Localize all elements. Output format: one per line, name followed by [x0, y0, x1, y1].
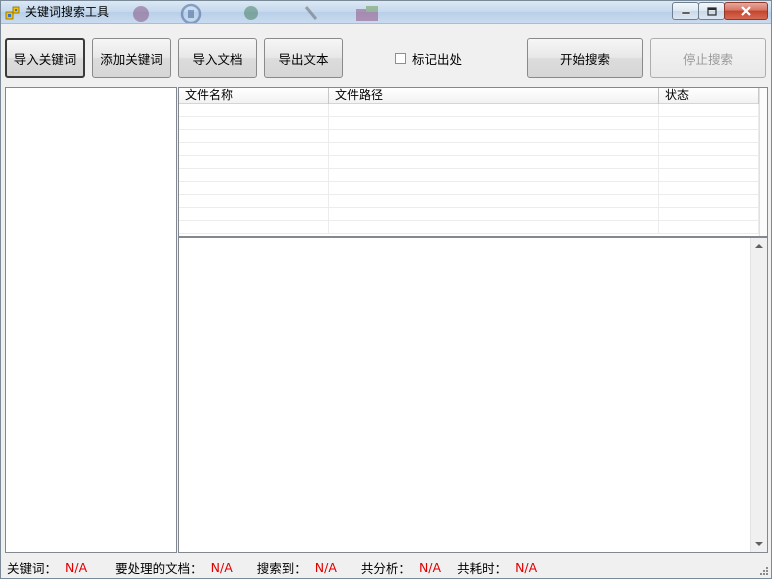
import-documents-button[interactable]: 导入文档	[178, 38, 257, 78]
table-row	[179, 169, 759, 182]
close-icon	[741, 6, 751, 16]
mark-location-checkbox[interactable]: 标记出处	[395, 50, 463, 67]
column-header-file-path[interactable]: 文件路径	[329, 88, 659, 104]
table-row	[179, 104, 759, 117]
table-row	[179, 117, 759, 130]
window-controls	[672, 2, 768, 20]
table-row	[179, 221, 759, 234]
grid-header: 文件名称 文件路径 状态	[179, 88, 767, 104]
found-count-label: 搜索到：	[256, 560, 307, 576]
table-row	[179, 130, 759, 143]
maximize-button[interactable]	[698, 2, 725, 20]
result-scrollbar[interactable]	[750, 238, 767, 552]
main-window: 关键词搜索工具 导入关键词 添加关键词 导入文档 导出文本 标记出处 开始搜索 …	[0, 0, 772, 579]
docs-count-value: N/A	[210, 559, 233, 575]
result-text-area[interactable]	[178, 237, 768, 553]
elapsed-time-label: 共耗时：	[457, 560, 508, 576]
mark-location-label: 标记出处	[412, 51, 463, 67]
analyzed-count-label: 共分析：	[360, 560, 411, 576]
table-row	[179, 143, 759, 156]
checkbox-box[interactable]	[395, 52, 406, 64]
window-title: 关键词搜索工具	[25, 5, 110, 19]
minimize-button[interactable]	[672, 2, 699, 20]
table-row	[179, 156, 759, 169]
keyword-list[interactable]	[5, 87, 177, 553]
scroll-up-icon[interactable]	[755, 244, 763, 248]
close-button[interactable]	[724, 2, 768, 20]
start-search-button[interactable]: 开始搜索	[527, 38, 643, 78]
keywords-count-value: N/A	[65, 559, 88, 575]
grid-rows	[179, 104, 759, 236]
stop-search-button[interactable]: 停止搜索	[650, 38, 766, 78]
status-bar: 关键词： N/A 要处理的文档： N/A 搜索到： N/A 共分析： N/A 共…	[1, 556, 771, 578]
found-count-value: N/A	[314, 559, 337, 575]
column-header-status[interactable]: 状态	[659, 88, 759, 104]
app-icon	[5, 6, 20, 20]
table-row	[179, 195, 759, 208]
add-keyword-button[interactable]: 添加关键词	[92, 38, 171, 78]
column-header-file-name[interactable]: 文件名称	[179, 88, 329, 104]
table-row	[179, 182, 759, 195]
title-bar[interactable]: 关键词搜索工具	[1, 1, 771, 24]
grid-scrollbar[interactable]	[759, 88, 767, 236]
export-text-button[interactable]: 导出文本	[264, 38, 343, 78]
maximize-icon	[706, 6, 717, 16]
import-keywords-button[interactable]: 导入关键词	[5, 38, 85, 78]
table-row	[179, 208, 759, 221]
file-grid[interactable]: 文件名称 文件路径 状态	[178, 87, 768, 237]
minimize-icon	[681, 11, 690, 15]
elapsed-time-value: N/A	[515, 559, 538, 575]
scroll-down-icon[interactable]	[755, 542, 763, 546]
analyzed-count-value: N/A	[418, 559, 442, 575]
docs-count-label: 要处理的文档：	[115, 560, 203, 576]
keywords-count-label: 关键词：	[7, 560, 58, 576]
titlebar-decoration-icons	[133, 3, 378, 23]
resize-grip-icon[interactable]	[759, 566, 769, 576]
